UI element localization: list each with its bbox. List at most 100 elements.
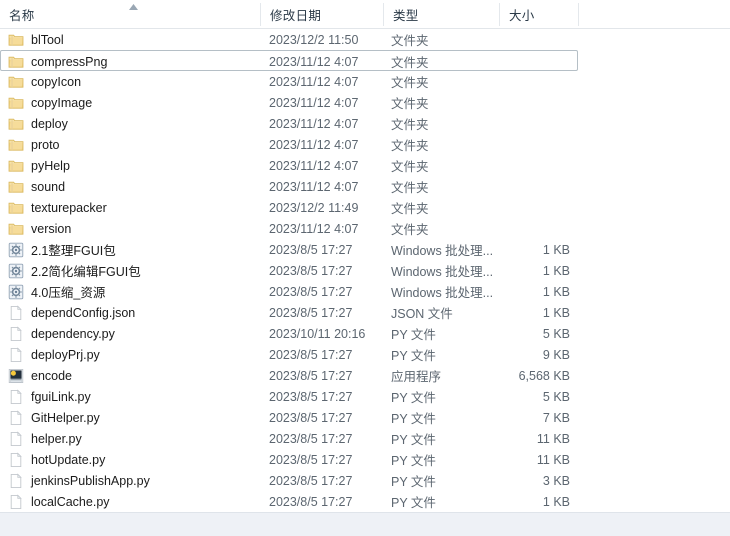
file-list[interactable]: blTool2023/12/2 11:50文件夹 compressPng 2023/… [0,29,730,512]
file-size-cell [430,29,570,50]
file-date-cell: 2023/8/5 17:27 [269,449,352,470]
folder-icon [8,137,24,153]
file-date-cell: 2023/8/5 17:27 [269,386,352,407]
column-resize-handle[interactable] [578,3,579,26]
file-size-cell: 1 KB [430,239,570,260]
folder-icon [8,32,24,48]
file-name-cell: localCache.py [8,491,110,512]
file-name-cell: compressPng [8,51,107,72]
file-row[interactable]: deployPrj.py2023/8/5 17:27PY 文件9 KB [0,344,730,365]
file-row[interactable]: 2.1整理FGUI包2023/8/5 17:27Windows 批处理...1 … [0,239,730,260]
column-header-label: 类型 [384,5,419,24]
file-name-label: compressPng [31,55,107,69]
file-size-cell [430,176,570,197]
file-name-cell: copyIcon [8,71,81,92]
file-size-cell: 1 KB [430,281,570,302]
file-name-label: copyImage [31,96,92,110]
column-resize-handle[interactable] [499,3,500,26]
file-name-label: 2.1整理FGUI包 [31,240,116,259]
blank-file-icon [8,326,24,342]
file-row[interactable]: jenkinsPublishApp.py2023/8/5 17:27PY 文件3… [0,470,730,491]
file-type-cell: 文件夹 [391,197,429,218]
column-header-date[interactable]: 修改日期 [261,0,383,28]
file-row[interactable]: localCache.py2023/8/5 17:27PY 文件1 KB [0,491,730,512]
column-resize-handle[interactable] [383,3,384,26]
file-row[interactable]: dependConfig.json2023/8/5 17:27JSON 文件1 … [0,302,730,323]
file-row[interactable]: copyImage2023/11/12 4:07文件夹 [0,92,730,113]
file-name-label: proto [31,138,60,152]
file-name-cell: dependConfig.json [8,302,135,323]
file-name-label: copyIcon [31,75,81,89]
file-row[interactable]: blTool2023/12/2 11:50文件夹 [0,29,730,50]
batch-file-icon [8,242,24,258]
file-name-label: deployPrj.py [31,348,100,362]
file-size-cell: 3 KB [430,470,570,491]
file-size-cell [430,134,570,155]
folder-icon [8,221,24,237]
file-size-cell: 1 KB [430,260,570,281]
file-name-label: 2.2简化编辑FGUI包 [31,261,141,280]
file-row[interactable]: copyIcon 2023/11/12 4:07 文件夹 [0,71,730,92]
file-date-cell: 2023/8/5 17:27 [269,281,352,302]
file-date-cell: 2023/12/2 11:50 [269,29,358,50]
blank-file-icon [8,494,24,510]
column-header-bar: 名称修改日期类型 大小 [0,0,730,29]
file-size-cell [430,51,570,72]
file-name-cell: pyHelp [8,155,70,176]
file-row[interactable]: version2023/11/12 4:07文件夹 [0,218,730,239]
application-icon [8,368,24,384]
file-date-cell: 2023/8/5 17:27 [269,302,352,323]
file-row[interactable]: helper.py2023/8/5 17:27PY 文件11 KB [0,428,730,449]
file-date-cell: 2023/11/12 4:07 [269,134,358,155]
column-header-name[interactable]: 名称 [0,0,260,28]
file-size-cell [430,113,570,134]
file-size-cell: 1 KB [430,491,570,512]
file-row[interactable]: sound2023/11/12 4:07文件夹 [0,176,730,197]
file-type-cell: 文件夹 [391,71,429,92]
file-row[interactable]: 2.2简化编辑FGUI包2023/8/5 17:27Windows 批处理...… [0,260,730,281]
file-name-label: dependency.py [31,327,115,341]
file-date-cell: 2023/11/12 4:07 [269,51,358,72]
file-name-label: 4.0压缩_资源 [31,282,105,301]
file-row[interactable]: dependency.py2023/10/11 20:16PY 文件5 KB [0,323,730,344]
file-name-label: texturepacker [31,201,107,215]
file-type-cell: 文件夹 [391,176,429,197]
file-name-label: encode [31,369,72,383]
file-type-cell: 文件夹 [391,51,429,72]
file-row[interactable]: 4.0压缩_资源2023/8/5 17:27Windows 批处理...1 KB [0,281,730,302]
file-row[interactable]: pyHelp2023/11/12 4:07文件夹 [0,155,730,176]
file-row[interactable]: GitHelper.py2023/8/5 17:27PY 文件7 KB [0,407,730,428]
file-size-cell [430,92,570,113]
file-row-focused[interactable]: compressPng 2023/11/12 4:07 文件夹 [0,50,578,71]
file-name-label: pyHelp [31,159,70,173]
file-name-cell: 2.2简化编辑FGUI包 [8,260,141,281]
blank-file-icon [8,305,24,321]
file-size-cell: 5 KB [430,323,570,344]
batch-file-icon [8,284,24,300]
file-date-cell: 2023/8/5 17:27 [269,470,352,491]
file-row[interactable]: texturepacker2023/12/2 11:49文件夹 [0,197,730,218]
file-name-cell: dependency.py [8,323,115,344]
file-date-cell: 2023/11/12 4:07 [269,71,358,92]
file-name-label: deploy [31,117,68,131]
file-name-cell: fguiLink.py [8,386,91,407]
file-type-cell: 文件夹 [391,134,429,155]
blank-file-icon [8,431,24,447]
column-header-size[interactable]: 大小 [500,0,578,28]
file-name-cell: jenkinsPublishApp.py [8,470,150,491]
file-row[interactable]: hotUpdate.py2023/8/5 17:27PY 文件11 KB [0,449,730,470]
column-header-type[interactable]: 类型 [384,0,499,28]
file-date-cell: 2023/8/5 17:27 [269,260,352,281]
file-name-cell: texturepacker [8,197,107,218]
file-row[interactable]: proto 2023/11/12 4:07 文件夹 [0,134,730,155]
folder-icon [8,158,24,174]
blank-file-icon [8,473,24,489]
file-name-label: helper.py [31,432,82,446]
file-row[interactable]: fguiLink.py2023/8/5 17:27PY 文件5 KB [0,386,730,407]
file-size-cell: 1 KB [430,302,570,323]
file-name-cell: helper.py [8,428,82,449]
column-resize-handle[interactable] [260,3,261,26]
file-row[interactable]: deploy2023/11/12 4:07文件夹 [0,113,730,134]
file-row[interactable]: encode2023/8/5 17:27应用程序6,568 KB [0,365,730,386]
folder-icon [8,179,24,195]
